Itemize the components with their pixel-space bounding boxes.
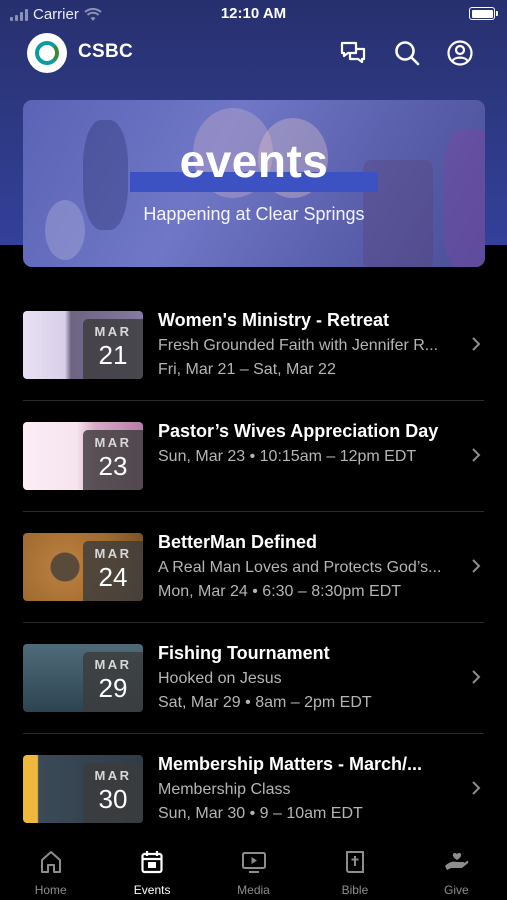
event-date-range: Sun, Mar 23 • 10:15am – 12pm EDT <box>158 448 417 465</box>
chevron-right-icon <box>472 559 481 573</box>
event-thumbnail: MAR 23 <box>23 422 143 490</box>
status-time: 12:10 AM <box>220 5 287 22</box>
event-subtitle: Membership Class <box>158 781 291 798</box>
chevron-right-icon <box>472 337 481 351</box>
event-month: MAR <box>94 546 132 561</box>
event-date-badge: MAR 23 <box>83 430 143 490</box>
tab-bar: Home Events Media Bible Give <box>0 835 507 900</box>
event-month: MAR <box>94 657 132 672</box>
event-date-range: Mon, Mar 24 • 6:30 – 8:30pm EDT <box>158 583 402 600</box>
event-row[interactable]: MAR 24 BetterMan Defined A Real Man Love… <box>0 512 507 623</box>
event-month: MAR <box>94 435 132 450</box>
event-day: 29 <box>98 673 128 703</box>
event-day: 21 <box>98 340 128 370</box>
chevron-right-icon <box>472 670 481 684</box>
calendar-icon <box>141 851 163 874</box>
bible-icon <box>345 851 364 873</box>
tab-media[interactable]: Media <box>203 835 304 900</box>
chevron-right-icon <box>472 781 481 795</box>
church-logo[interactable] <box>27 33 67 73</box>
event-month: MAR <box>94 324 132 339</box>
search-icon[interactable] <box>393 39 421 67</box>
event-day: 30 <box>98 784 128 814</box>
event-row[interactable]: MAR 29 Fishing Tournament Hooked on Jesu… <box>0 623 507 734</box>
chevron-right-icon <box>472 448 481 462</box>
event-thumbnail: MAR 29 <box>23 644 143 712</box>
tab-home[interactable]: Home <box>0 835 101 900</box>
profile-icon[interactable] <box>446 39 474 67</box>
event-day: 23 <box>98 451 128 481</box>
tab-bible[interactable]: Bible <box>304 835 405 900</box>
home-icon <box>40 851 61 873</box>
tab-label: Events <box>133 883 171 897</box>
tab-label: Give <box>443 883 469 897</box>
event-thumbnail: MAR 21 <box>23 311 143 379</box>
event-date-badge: MAR 30 <box>83 763 143 823</box>
banner-title: events <box>179 135 329 187</box>
tab-events[interactable]: Events <box>101 835 202 900</box>
app-title: CSBC <box>78 41 134 62</box>
events-list: MAR 21 Women's Ministry - Retreat Fresh … <box>0 290 507 845</box>
chat-icon[interactable] <box>339 39 367 67</box>
event-title: Membership Matters - March/... <box>158 754 423 774</box>
event-row[interactable]: MAR 23 Pastor’s Wives Appreciation Day S… <box>0 401 507 512</box>
event-subtitle: Hooked on Jesus <box>158 670 282 687</box>
event-date-badge: MAR 21 <box>83 319 143 379</box>
event-title: BetterMan Defined <box>158 532 318 552</box>
event-date-range: Sat, Mar 29 • 8am – 2pm EDT <box>158 694 372 711</box>
event-title: Women's Ministry - Retreat <box>158 310 389 330</box>
event-row[interactable]: MAR 30 Membership Matters - March/... Me… <box>0 734 507 845</box>
give-icon <box>445 852 469 870</box>
event-thumbnail: MAR 30 <box>23 755 143 823</box>
events-banner: events Happening at Clear Springs <box>23 100 485 267</box>
event-date-range: Sun, Mar 30 • 9 – 10am EDT <box>158 805 363 822</box>
event-date-badge: MAR 29 <box>83 652 143 712</box>
app-header: CSBC <box>0 30 507 76</box>
event-row[interactable]: MAR 21 Women's Ministry - Retreat Fresh … <box>0 290 507 401</box>
tab-label: Home <box>34 883 67 897</box>
battery-icon <box>469 7 498 20</box>
media-icon <box>241 852 266 873</box>
event-subtitle: A Real Man Loves and Protects God’s... <box>158 559 442 576</box>
event-title: Fishing Tournament <box>158 643 330 663</box>
tab-label: Bible <box>341 883 369 897</box>
event-date-range: Fri, Mar 21 – Sat, Mar 22 <box>158 361 336 378</box>
event-thumbnail: MAR 24 <box>23 533 143 601</box>
event-subtitle: Fresh Grounded Faith with Jennifer R... <box>158 337 439 354</box>
tab-give[interactable]: Give <box>406 835 507 900</box>
event-month: MAR <box>94 768 132 783</box>
event-title: Pastor’s Wives Appreciation Day <box>158 421 439 441</box>
status-bar: Carrier 12:10 AM <box>0 0 507 30</box>
event-day: 24 <box>98 562 128 592</box>
banner-subtitle: Happening at Clear Springs <box>143 204 365 224</box>
event-date-badge: MAR 24 <box>83 541 143 601</box>
tab-label: Media <box>237 883 270 897</box>
